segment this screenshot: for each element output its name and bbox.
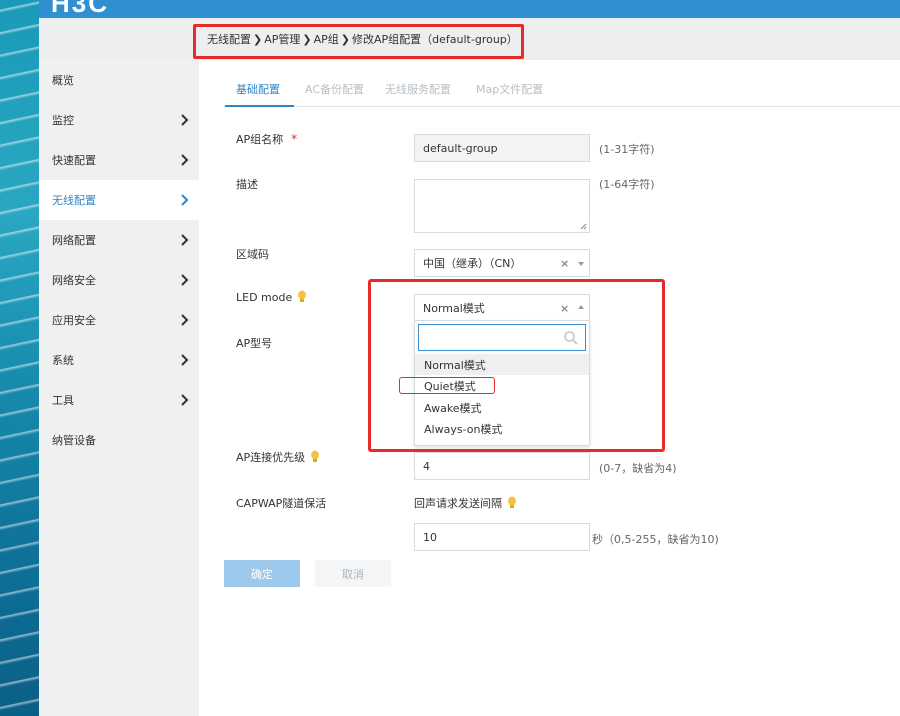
region-code-select[interactable]: 中国（继承）（CN） × — [414, 249, 590, 277]
lightbulb-help-icon[interactable] — [297, 290, 307, 304]
sidebar-item-label: 网络配置 — [52, 234, 96, 247]
ap-group-name-label: AP组名称 * — [236, 131, 297, 147]
ap-priority-hint: (0-7，缺省为4) — [599, 462, 677, 475]
region-code-label: 区域码 — [236, 248, 269, 261]
region-code-value: 中国（继承）（CN） — [423, 257, 522, 270]
top-header-bar: H3C — [39, 0, 900, 18]
chevron-down-icon[interactable] — [578, 262, 584, 266]
description-textarea[interactable] — [414, 179, 590, 233]
chevron-right-icon — [181, 394, 189, 406]
h3c-logo: H3C — [51, 0, 110, 18]
chevron-right-icon — [181, 154, 189, 166]
ap-model-label: AP型号 — [236, 337, 273, 350]
resize-handle-icon[interactable] — [580, 223, 587, 230]
sidebar-item-label: 网络安全 — [52, 274, 96, 287]
tab-wireless-service-config[interactable]: 无线服务配置 — [385, 81, 451, 97]
sidebar-item-tools[interactable]: 工具 — [39, 380, 199, 420]
sidebar-item-label: 概览 — [52, 74, 74, 87]
background-sea-image — [0, 0, 39, 716]
echo-interval-field[interactable]: 10 — [414, 523, 590, 551]
tab-map-file-config[interactable]: Map文件配置 — [476, 81, 543, 97]
ap-group-name-label-text: AP组名称 — [236, 133, 284, 146]
sidebar: 概览 监控 快速配置 无线配置 网络配置 网络安全 应用安全 系统 工具 纳管设… — [39, 60, 199, 716]
sidebar-item-label: 工具 — [52, 394, 74, 407]
annotation-highlight-box-breadcrumb — [193, 24, 524, 59]
ap-priority-label-text: AP连接优先级 — [236, 451, 306, 464]
chevron-right-icon — [181, 314, 189, 326]
sidebar-item-label: 监控 — [52, 114, 74, 127]
chevron-right-icon — [181, 274, 189, 286]
echo-interval-label-text: 回声请求发送间隔 — [414, 497, 502, 510]
annotation-highlight-box-quiet-option — [399, 377, 495, 394]
sidebar-item-system[interactable]: 系统 — [39, 340, 199, 380]
ap-group-name-hint: (1-31字符) — [599, 143, 655, 156]
sidebar-item-managed-devices[interactable]: 纳管设备 — [39, 420, 199, 460]
sidebar-item-wireless-config[interactable]: 无线配置 — [39, 180, 199, 220]
ap-priority-label: AP连接优先级 — [236, 449, 320, 465]
cancel-button[interactable]: 取消 — [315, 560, 391, 587]
tab-bar: 基础配置 AC备份配置 无线服务配置 Map文件配置 — [224, 75, 900, 107]
chevron-right-icon — [181, 234, 189, 246]
clear-icon[interactable]: × — [560, 257, 569, 270]
tab-basic-config[interactable]: 基础配置 — [236, 81, 280, 97]
ok-button[interactable]: 确定 — [224, 560, 300, 587]
sidebar-item-label: 应用安全 — [52, 314, 96, 327]
sidebar-item-overview[interactable]: 概览 — [39, 60, 199, 100]
lightbulb-help-icon[interactable] — [507, 496, 517, 510]
sidebar-item-app-security[interactable]: 应用安全 — [39, 300, 199, 340]
led-mode-label: LED mode — [236, 290, 307, 304]
echo-interval-value: 10 — [423, 530, 437, 544]
sidebar-item-label: 无线配置 — [52, 194, 96, 207]
active-tab-indicator — [225, 105, 294, 107]
required-mark: * — [291, 132, 298, 146]
ap-group-name-field[interactable]: default-group — [414, 134, 590, 162]
echo-interval-hint: 秒（0,5-255，缺省为10) — [592, 533, 719, 546]
sidebar-item-network-security[interactable]: 网络安全 — [39, 260, 199, 300]
sidebar-item-label: 纳管设备 — [52, 434, 96, 447]
ap-priority-value: 4 — [423, 459, 430, 473]
sidebar-item-monitor[interactable]: 监控 — [39, 100, 199, 140]
ap-priority-field[interactable]: 4 — [414, 452, 590, 480]
description-label: 描述 — [236, 178, 258, 191]
sidebar-item-quick-config[interactable]: 快速配置 — [39, 140, 199, 180]
chevron-right-icon — [181, 114, 189, 126]
sidebar-item-label: 系统 — [52, 354, 74, 367]
sidebar-item-network-config[interactable]: 网络配置 — [39, 220, 199, 260]
description-hint: (1-64字符) — [599, 178, 655, 191]
tab-ac-backup-config[interactable]: AC备份配置 — [305, 81, 364, 97]
lightbulb-help-icon[interactable] — [310, 450, 320, 464]
annotation-highlight-box-led-mode — [368, 279, 665, 452]
ap-group-name-value: default-group — [423, 141, 498, 155]
echo-interval-label: 回声请求发送间隔 — [414, 495, 517, 511]
sidebar-item-label: 快速配置 — [52, 154, 96, 167]
led-mode-label-text: LED mode — [236, 290, 293, 304]
chevron-right-icon — [181, 194, 189, 206]
capwap-keepalive-label: CAPWAP隧道保活 — [236, 497, 327, 510]
chevron-right-icon — [181, 354, 189, 366]
